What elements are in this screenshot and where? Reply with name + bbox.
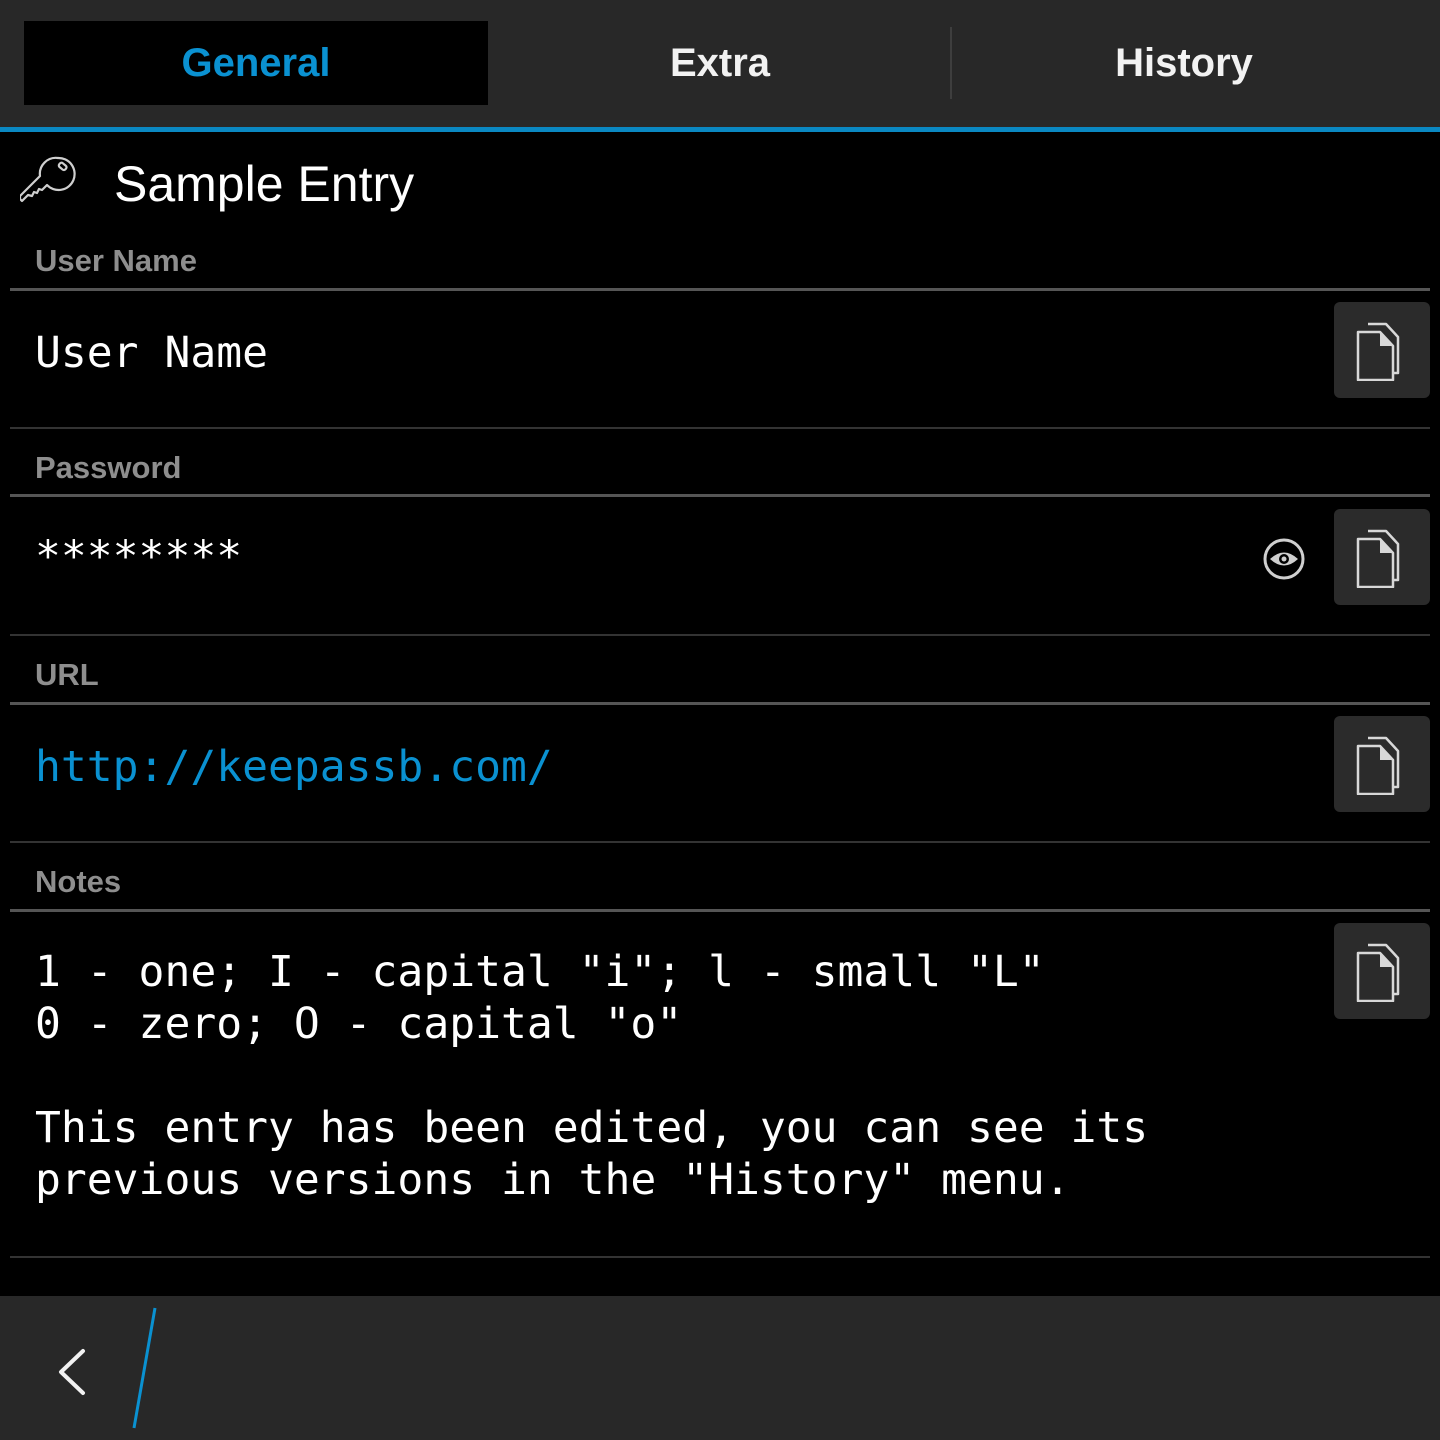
copy-icon bbox=[1356, 322, 1400, 381]
eye-icon[interactable] bbox=[1262, 537, 1306, 581]
key-icon bbox=[20, 156, 76, 203]
url-label: URL bbox=[35, 657, 99, 692]
action-bar bbox=[0, 1296, 1440, 1440]
copy-url-button[interactable] bbox=[1334, 716, 1430, 812]
back-button[interactable] bbox=[40, 1326, 120, 1410]
copy-username-button[interactable] bbox=[1334, 302, 1430, 398]
password-value[interactable]: ******** bbox=[35, 532, 242, 582]
divider bbox=[10, 427, 1430, 429]
chevron-left-icon bbox=[59, 1349, 85, 1395]
copy-icon bbox=[1356, 943, 1400, 1002]
tab-extra[interactable]: Extra bbox=[488, 21, 952, 105]
divider bbox=[10, 1256, 1430, 1258]
entry-header: Sample Entry bbox=[0, 140, 1440, 235]
copy-icon bbox=[1356, 736, 1400, 795]
action-bar-divider bbox=[132, 1307, 157, 1429]
divider bbox=[10, 702, 1430, 705]
notes-label: Notes bbox=[35, 864, 122, 899]
divider bbox=[10, 841, 1430, 843]
url-link[interactable]: http://keepassb.com/ bbox=[35, 742, 553, 792]
notes-value[interactable]: 1 - one; I - capital "i"; l - small "L" … bbox=[35, 946, 1148, 1206]
tab-general[interactable]: General bbox=[24, 21, 488, 105]
divider bbox=[10, 634, 1430, 636]
copy-password-button[interactable] bbox=[1334, 509, 1430, 605]
username-label: User Name bbox=[35, 243, 197, 278]
tab-bar-accent-line bbox=[0, 127, 1440, 132]
divider bbox=[10, 909, 1430, 912]
entry-title: Sample Entry bbox=[114, 156, 415, 212]
copy-icon bbox=[1356, 529, 1400, 588]
divider bbox=[10, 494, 1430, 497]
divider bbox=[10, 288, 1430, 291]
username-value[interactable]: User Name bbox=[35, 328, 268, 378]
copy-notes-button[interactable] bbox=[1334, 923, 1430, 1019]
tab-history[interactable]: History bbox=[952, 21, 1416, 105]
password-label: Password bbox=[35, 450, 182, 485]
tab-bar: General Extra History bbox=[0, 0, 1440, 127]
